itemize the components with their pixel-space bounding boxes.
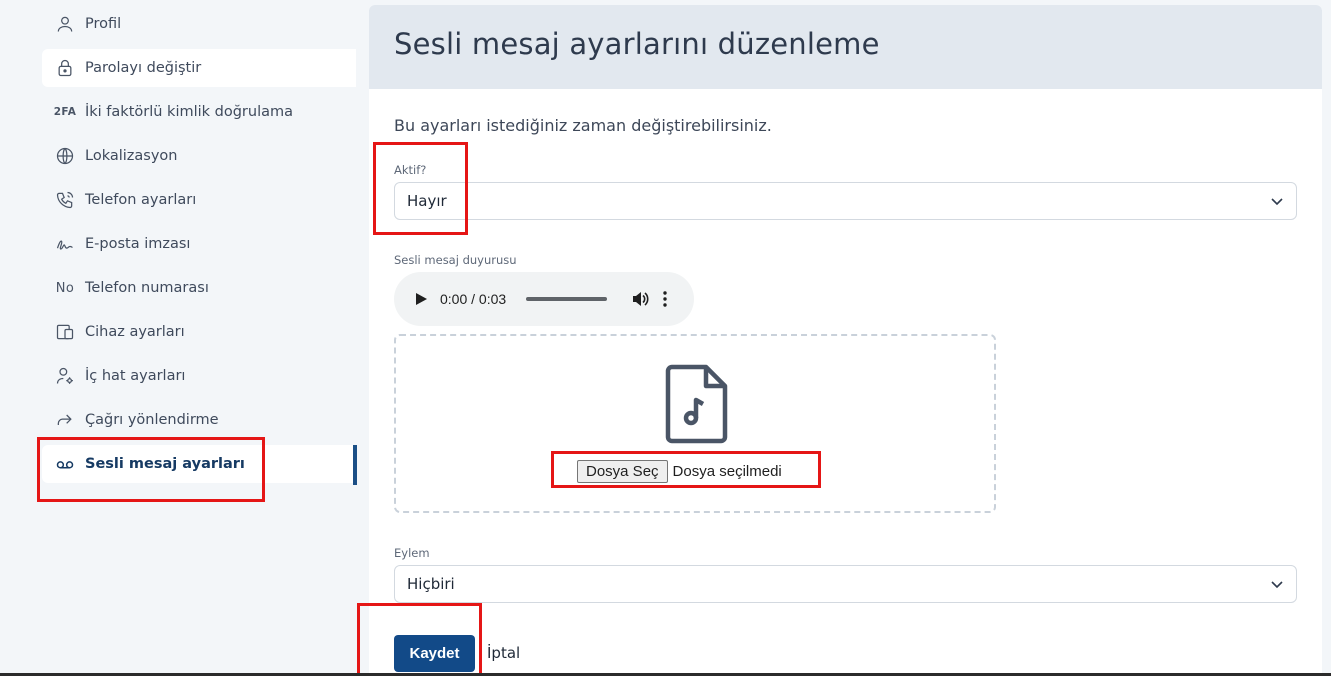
- sidebar-item-label: Telefon ayarları: [85, 192, 197, 208]
- sidebar-item-label: Lokalizasyon: [85, 148, 178, 164]
- audio-progress-slider[interactable]: [526, 297, 608, 301]
- sidebar-item-label: İç hat ayarları: [85, 368, 186, 384]
- forward-icon: [54, 409, 76, 431]
- sidebar-item-phone-settings[interactable]: Telefon ayarları: [42, 181, 356, 219]
- active-select[interactable]: Hayır: [394, 182, 1297, 220]
- user-icon: [54, 13, 76, 35]
- audio-file-icon: [665, 364, 728, 444]
- announcement-label: Sesli mesaj duyurusu: [394, 253, 517, 267]
- sidebar-item-device-settings[interactable]: Cihaz ayarları: [42, 313, 356, 351]
- sidebar-item-label: E-posta imzası: [85, 236, 191, 252]
- number-sign-icon: No: [55, 280, 75, 296]
- sidebar-item-label: Cihaz ayarları: [85, 324, 185, 340]
- sidebar-item-phone-number[interactable]: No Telefon numarası: [42, 269, 356, 307]
- audio-time: 0:00 / 0:03: [440, 291, 507, 307]
- sidebar-item-call-forwarding[interactable]: Çağrı yönlendirme: [42, 401, 356, 439]
- sidebar-item-profile[interactable]: Profil: [42, 5, 356, 43]
- two-factor-icon: 2FA: [53, 106, 77, 118]
- play-icon[interactable]: [414, 292, 428, 306]
- intro-text: Bu ayarları istediğiniz zaman değiştireb…: [394, 116, 772, 135]
- sidebar-item-extension-settings[interactable]: İç hat ayarları: [42, 357, 356, 395]
- more-options-icon[interactable]: [663, 291, 667, 307]
- user-settings-icon: [54, 365, 76, 387]
- cancel-link[interactable]: İptal: [487, 644, 520, 662]
- annotation-box-save: [357, 603, 482, 676]
- chevron-down-icon: [1271, 198, 1283, 206]
- page-title: Sesli mesaj ayarlarını düzenleme: [394, 27, 880, 61]
- phone-icon: [54, 189, 76, 211]
- sidebar-item-label: Çağrı yönlendirme: [85, 412, 219, 428]
- volume-icon[interactable]: [631, 290, 649, 308]
- sidebar-item-label: İki faktörlü kimlik doğrulama: [85, 104, 294, 120]
- sidebar-item-change-password[interactable]: Parolayı değiştir: [42, 49, 356, 87]
- sidebar-item-label: Profil: [85, 16, 122, 32]
- audio-player: 0:00 / 0:03: [394, 272, 694, 326]
- devices-icon: [54, 321, 76, 343]
- action-label: Eylem: [394, 546, 430, 560]
- annotation-box-file: [551, 451, 821, 488]
- card-header: Sesli mesaj ayarlarını düzenleme: [369, 5, 1322, 89]
- sidebar-item-localization[interactable]: Lokalizasyon: [42, 137, 356, 175]
- signature-icon: [54, 233, 76, 255]
- annotation-box-sidebar: [37, 437, 265, 502]
- sidebar-item-email-signature[interactable]: E-posta imzası: [42, 225, 356, 263]
- voicemail-settings-card: Sesli mesaj ayarlarını düzenleme Bu ayar…: [369, 5, 1322, 676]
- lock-icon: [54, 57, 76, 79]
- sidebar-item-two-factor[interactable]: 2FA İki faktörlü kimlik doğrulama: [42, 93, 356, 131]
- sidebar-item-label: Telefon numarası: [85, 280, 209, 296]
- globe-icon: [54, 145, 76, 167]
- sidebar-item-label: Parolayı değiştir: [85, 60, 202, 76]
- settings-sidebar: Profil Parolayı değiştir 2FA İki faktörl…: [0, 0, 357, 676]
- active-indicator: [353, 445, 357, 485]
- action-select[interactable]: Hiçbiri: [394, 565, 1297, 603]
- chevron-down-icon: [1271, 581, 1283, 589]
- annotation-box-active: [373, 142, 468, 235]
- action-select-value: Hiçbiri: [407, 575, 455, 593]
